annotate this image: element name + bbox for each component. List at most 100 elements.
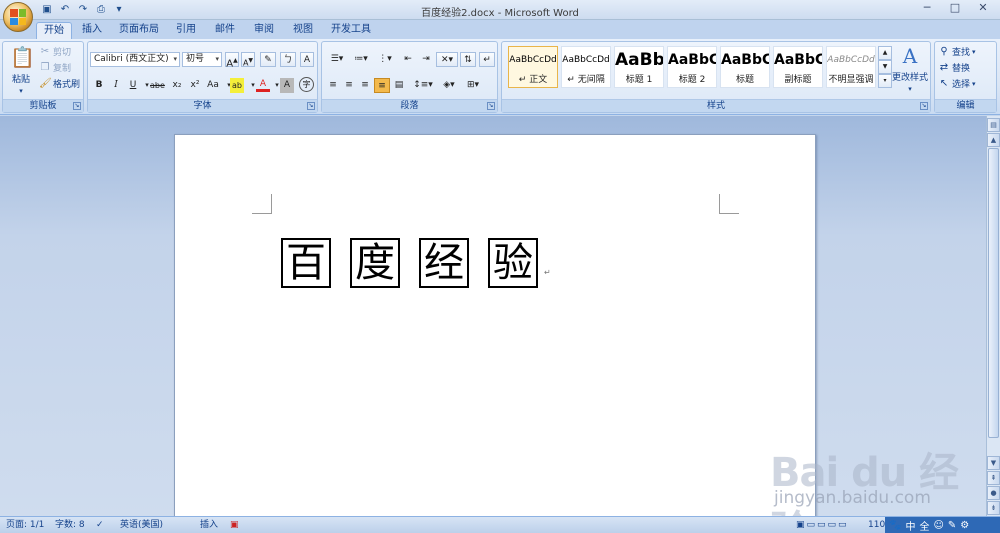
borders-button[interactable]: ⊞▾ [462,78,484,93]
ime-fullwidth-toggle[interactable]: 全 [919,518,929,533]
chinese-layout-button[interactable]: ✕▾ [436,52,458,67]
tab-view[interactable]: 视图 [289,22,317,39]
grow-font-button[interactable]: A▲ [225,52,239,69]
align-right-button[interactable]: ≡ [358,78,372,93]
enclosed-char[interactable]: 经 [419,238,469,288]
find-button[interactable]: ⚲ 查找 ▾ [938,45,975,59]
style-title[interactable]: AaBbC 标题 [720,46,770,88]
clipboard-group-label: 剪贴板 [3,99,83,112]
close-button[interactable]: ✕ [970,1,996,17]
superscript-button[interactable]: x² [188,78,202,93]
numbering-button[interactable]: ≔▾ [350,52,372,67]
zoom-level[interactable]: 110 [868,519,885,532]
clipboard-launcher-icon[interactable]: ↘ [73,102,81,110]
tab-page-layout[interactable]: 页面布局 [116,22,162,39]
ime-pen-icon[interactable]: ✎ [948,520,956,531]
styles-launcher-icon[interactable]: ↘ [920,102,928,110]
ime-emoji-icon[interactable]: ☺ [933,520,943,531]
enclosed-char[interactable]: 度 [350,238,400,288]
font-launcher-icon[interactable]: ↘ [307,102,315,110]
font-size-combo[interactable]: 初号 ▾ [182,52,222,67]
document-page[interactable]: 百 度 经 验 ↵ [174,134,816,533]
vertical-scrollbar[interactable]: ▤ ▲ ▼ ⇞ ● ⇟ [986,116,1000,516]
scroll-down-icon[interactable]: ▼ [987,456,1000,470]
highlight-button[interactable]: ab [230,78,244,93]
word-count[interactable]: 字数: 8 [55,519,85,532]
align-left-button[interactable]: ≡ [326,78,340,93]
show-marks-button[interactable]: ↵ [479,52,495,67]
insert-mode-indicator[interactable]: 插入 [200,519,218,532]
sort-button[interactable]: ⇅ [460,52,476,67]
format-painter-button[interactable]: 🖌 格式刷 [39,77,80,91]
shrink-font-button[interactable]: A▼ [241,52,255,68]
style-subtitle[interactable]: AaBbC 副标题 [773,46,823,88]
document-text[interactable]: 百 度 经 验 [281,238,538,288]
previous-page-icon[interactable]: ⇞ [987,471,1000,485]
chevron-down-icon: ▾ [173,55,177,63]
font-group: Calibri (西文正文) ▾ 初号 ▾ A▲ A▼ ✎ ㄅ A B I U … [87,41,318,113]
style-subtle-emphasis[interactable]: AaBbCcDd 不明显强调 [826,46,876,88]
decrease-indent-button[interactable]: ⇤ [400,52,416,67]
italic-button[interactable]: I [109,78,123,93]
maximize-button[interactable]: □ [942,1,968,17]
language-indicator[interactable]: 英语(美国) [120,519,163,532]
proofing-icon[interactable]: ✓ [96,519,104,532]
strikethrough-button[interactable]: abe [150,78,165,93]
font-name-combo[interactable]: Calibri (西文正文) ▾ [90,52,180,67]
replace-button[interactable]: ⇄ 替换 [938,61,970,75]
tab-references[interactable]: 引用 [172,22,200,39]
enclosed-char[interactable]: 百 [281,238,331,288]
style-normal[interactable]: AaBbCcDd ↵ 正文 [508,46,558,88]
ime-settings-icon[interactable]: ⚙ [960,520,969,531]
minimize-button[interactable]: ─ [914,1,940,17]
enclosed-char[interactable]: 验 [488,238,538,288]
underline-button[interactable]: U [126,78,140,93]
bold-button[interactable]: B [92,78,106,93]
paragraph-launcher-icon[interactable]: ↘ [487,102,495,110]
cut-button[interactable]: ✂ 剪切 [39,45,71,59]
clear-format-button[interactable]: ✎ [260,52,276,67]
multilevel-list-button[interactable]: ⋮▾ [374,52,396,67]
style-name: 标题 [735,75,754,85]
char-shading-button[interactable]: A [280,78,294,93]
ruler-toggle-icon[interactable]: ▤ [987,118,1000,132]
subscript-button[interactable]: x₂ [170,78,184,93]
tab-home[interactable]: 开始 [36,22,72,39]
style-sample: AaBbC [668,52,716,68]
line-spacing-button[interactable]: ↕≡▾ [412,78,434,93]
change-case-button[interactable]: Aa [206,78,220,93]
view-buttons-icon[interactable]: ▣▭▭▭▭ [796,519,849,532]
justify-button[interactable]: ≡ [374,78,390,93]
macro-record-icon[interactable]: ▣ [230,519,239,532]
enclose-char-button[interactable]: 字 [299,77,314,92]
tab-review[interactable]: 审阅 [250,22,278,39]
phonetic-guide-button[interactable]: ㄅ [280,52,296,67]
next-page-icon[interactable]: ⇟ [987,501,1000,515]
select-button[interactable]: ↖ 选择 ▾ [938,77,976,91]
style-no-spacing[interactable]: AaBbCcDd ↵ 无间隔 [561,46,611,88]
change-styles-button[interactable]: A 更改样式 ▾ [890,44,930,93]
page-count[interactable]: 页面: 1/1 [6,519,44,532]
scrollbar-thumb[interactable] [988,148,999,438]
paw-icon[interactable]: 🐾 [889,520,901,531]
distribute-button[interactable]: ▤ [392,78,406,93]
align-center-button[interactable]: ≡ [342,78,356,93]
font-color-button[interactable]: A [256,78,270,92]
shading-button[interactable]: ◈▾ [438,78,460,93]
style-heading-1[interactable]: AaBb 标题 1 [614,46,664,88]
tab-mailings[interactable]: 邮件 [211,22,239,39]
editing-group-label: 编辑 [935,99,996,112]
increase-indent-button[interactable]: ⇥ [418,52,434,67]
distribute-icon: ▤ [394,80,404,90]
bullets-button[interactable]: ☰▾ [326,52,348,67]
ime-chinese-toggle[interactable]: 中 [905,518,915,533]
tab-developer[interactable]: 开发工具 [328,22,374,39]
style-heading-2[interactable]: AaBbC 标题 2 [667,46,717,88]
char-border-button[interactable]: A [300,52,314,67]
copy-button[interactable]: ❐ 复制 [39,61,72,75]
paste-button[interactable]: 📋 粘贴 ▾ [7,44,35,95]
office-button[interactable] [3,2,33,32]
scroll-up-icon[interactable]: ▲ [987,133,1000,147]
select-browse-object-icon[interactable]: ● [987,486,1000,500]
tab-insert[interactable]: 插入 [78,22,106,39]
